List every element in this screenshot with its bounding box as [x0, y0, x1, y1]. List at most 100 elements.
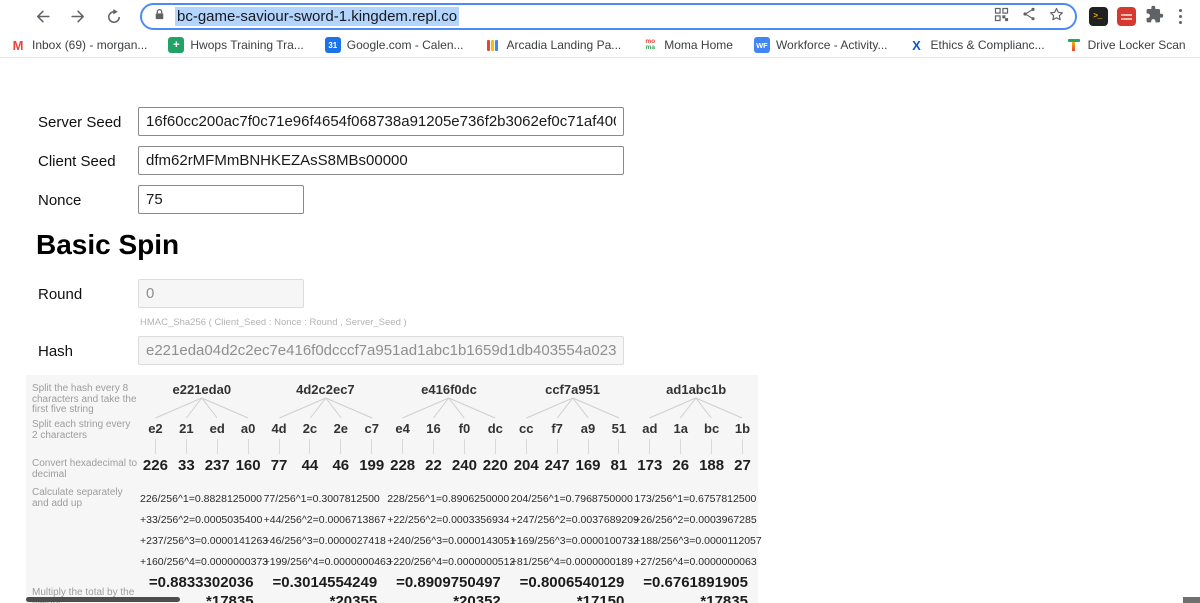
server-seed-label: Server Seed: [38, 114, 121, 131]
menu-kebab-icon[interactable]: [1173, 9, 1189, 25]
hex-pair: c7: [356, 419, 387, 439]
split2-row-label: Split each string every 2 characters: [32, 420, 138, 441]
sum-value: =0.8833302036: [140, 573, 264, 592]
ethics-icon: X: [909, 37, 925, 53]
calc-line: +81/256^4=0.0000000189: [511, 552, 635, 573]
calc-row-label: Calculate separately and add up: [32, 488, 138, 509]
decimal-value: 237: [202, 454, 233, 477]
server-seed-input[interactable]: [138, 107, 624, 136]
nonce-input[interactable]: [138, 185, 304, 214]
calc-line: +160/256^4=0.0000000373: [140, 552, 264, 573]
hex8-value: 4d2c2ec7: [264, 382, 388, 397]
multiply-value: *20352: [387, 592, 511, 603]
hex-pair: e2: [140, 419, 171, 439]
bookmark-star-icon[interactable]: [1048, 6, 1065, 28]
calc-line: +199/256^4=0.0000000463: [264, 552, 388, 573]
calc-line: +220/256^4=0.0000000512: [387, 552, 511, 573]
fan-lines: [387, 397, 511, 419]
browser-window: bc-game-saviour-sword-1.kingdem.repl.co …: [0, 0, 1200, 603]
hash-breakdown-table: Split the hash every 8 characters and ta…: [26, 375, 758, 603]
decimals-row: 22633237160 774446199 22822240220 204247…: [140, 454, 758, 477]
bookmark-moma-home[interactable]: moma Moma Home: [642, 37, 733, 53]
multiply-value: *17150: [511, 592, 635, 603]
decimal-value: 173: [634, 454, 665, 477]
bookmark-label: Inbox (69) - morgan...: [32, 38, 147, 52]
hash-input: [138, 336, 624, 365]
calc-line: +44/256^2=0.0006713867: [264, 510, 388, 531]
share-icon[interactable]: [1021, 6, 1037, 27]
calc-line-2-row: +33/256^2=0.0005035400 +44/256^2=0.00067…: [140, 510, 758, 531]
hex8-value: ccf7a951: [511, 382, 635, 397]
page-title: Basic Spin: [36, 229, 179, 261]
back-button[interactable]: [24, 0, 60, 33]
refresh-button[interactable]: [96, 0, 132, 33]
sum-value: =0.8909750497: [387, 573, 511, 592]
back-icon: [33, 7, 52, 26]
hex-pair: dc: [480, 419, 511, 439]
bookmark-label: Workforce - Activity...: [776, 38, 888, 52]
round-input: [138, 279, 304, 308]
terminal-glyph: >_: [1093, 12, 1103, 21]
decimal-value: 77: [264, 454, 295, 477]
calc-line: +46/256^3=0.0000027418: [264, 531, 388, 552]
bookmark-ethics-compliance[interactable]: X Ethics & Complianc...: [909, 37, 1045, 53]
decimal-value: 188: [696, 454, 727, 477]
calc-line-3-row: +237/256^3=0.0000141263 +46/256^3=0.0000…: [140, 531, 758, 552]
hex2dec-row-label: Convert hexadecimal to decimal: [32, 459, 138, 480]
calc-line: +240/256^3=0.0000143051: [387, 531, 511, 552]
bookmark-drive-locker-scan[interactable]: Drive Locker Scan: [1066, 37, 1186, 53]
hex-pair: f7: [542, 419, 573, 439]
bookmark-hwops-training[interactable]: + Hwops Training Tra...: [168, 37, 303, 53]
red-extension-icon[interactable]: [1117, 7, 1136, 26]
multiply-value: *17835: [634, 592, 758, 603]
hex-pair: ed: [202, 419, 233, 439]
calc-line: 226/256^1=0.8828125000: [140, 489, 264, 510]
address-bar[interactable]: bc-game-saviour-sword-1.kingdem.repl.co: [140, 3, 1077, 30]
browser-toolbar: bc-game-saviour-sword-1.kingdem.repl.co …: [0, 0, 1200, 33]
decimal-value: 247: [542, 454, 573, 477]
bookmark-arcadia[interactable]: Arcadia Landing Pa...: [485, 37, 622, 53]
bookmark-label: Drive Locker Scan: [1088, 38, 1186, 52]
hex-pair: f0: [449, 419, 480, 439]
decimal-value: 220: [480, 454, 511, 477]
sheet-icon: +: [168, 37, 184, 53]
decimal-value: 169: [573, 454, 604, 477]
nonce-label: Nonce: [38, 192, 81, 209]
client-seed-input[interactable]: [138, 146, 624, 175]
lock-icon[interactable]: [153, 7, 166, 27]
calc-line: 77/256^1=0.3007812500: [264, 489, 388, 510]
hex-pair: a9: [573, 419, 604, 439]
decimal-value: 44: [294, 454, 325, 477]
table-horizontal-scrollbar-thumb[interactable]: [26, 597, 180, 602]
url-text[interactable]: bc-game-saviour-sword-1.kingdem.repl.co: [175, 7, 459, 26]
bookmark-label: Arcadia Landing Pa...: [507, 38, 622, 52]
terminal-extension-icon[interactable]: >_: [1089, 7, 1108, 26]
bookmarks-bar: M Inbox (69) - morgan... + Hwops Trainin…: [0, 33, 1200, 58]
gmail-icon: M: [10, 37, 26, 53]
arcadia-icon: [485, 37, 501, 53]
round-label: Round: [38, 286, 82, 303]
sum-row: =0.8833302036 =0.3014554249 =0.890975049…: [140, 573, 758, 592]
calc-line: +247/256^2=0.0037689209: [511, 510, 635, 531]
bookmark-inbox[interactable]: M Inbox (69) - morgan...: [10, 37, 147, 53]
bookmark-google-calendar[interactable]: 31 Google.com - Calen...: [325, 37, 464, 53]
multiply-value: *20355: [264, 592, 388, 603]
bookmark-label: Google.com - Calen...: [347, 38, 464, 52]
calc-line: +22/256^2=0.0003356934: [387, 510, 511, 531]
qr-code-icon[interactable]: [993, 6, 1010, 28]
fan-lines: [634, 397, 758, 419]
bookmark-label: Ethics & Complianc...: [931, 38, 1045, 52]
hex8-value: e221eda0: [140, 382, 264, 397]
bookmark-workforce[interactable]: WF Workforce - Activity...: [754, 37, 888, 53]
sum-value: =0.3014554249: [264, 573, 388, 592]
pairs-row: e221eda0 4d2c2ec7 e416f0dc ccf7a951 ad1a…: [140, 419, 758, 439]
forward-button[interactable]: [60, 0, 96, 33]
hex-pair: 21: [171, 419, 202, 439]
hex-pair: bc: [696, 419, 727, 439]
hex-pair: 2e: [325, 419, 356, 439]
bookmark-label: Hwops Training Tra...: [190, 38, 303, 52]
extensions-puzzle-icon[interactable]: [1145, 5, 1164, 29]
decimal-value: 46: [325, 454, 356, 477]
refresh-icon: [105, 8, 123, 26]
sum-value: =0.8006540129: [511, 573, 635, 592]
